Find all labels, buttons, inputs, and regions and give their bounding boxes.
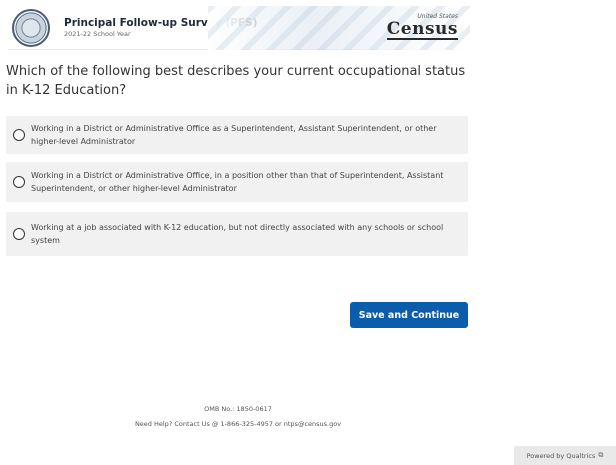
choice-option-2[interactable]: Working in a District or Administrative …	[6, 162, 468, 202]
choice-label-1: Working in a District or Administrative …	[31, 124, 437, 146]
choice-option-3[interactable]: Working at a job associated with K-12 ed…	[6, 212, 468, 256]
census-logo-text: Census	[386, 19, 458, 40]
choice-label-3: Working at a job associated with K-12 ed…	[31, 223, 444, 245]
choice-option-1[interactable]: Working in a District or Administrative …	[6, 116, 468, 154]
radio-button-icon[interactable]	[13, 228, 25, 240]
help-contact-text: Need Help? Contact Us @ 1-866-325-4957 o…	[134, 420, 342, 428]
census-logo: United States Census	[386, 14, 458, 40]
powered-by-qualtrics-link[interactable]: Powered by Qualtrics ⧉	[514, 446, 616, 465]
header-banner-graphic: United States Census	[208, 6, 470, 50]
choice-label-2: Working in a District or Administrative …	[31, 171, 444, 193]
radio-button-icon[interactable]	[13, 176, 25, 188]
save-and-continue-button[interactable]: Save and Continue	[350, 302, 468, 328]
question-text: Which of the following best describes yo…	[6, 64, 466, 98]
powered-by-label: Powered by Qualtrics	[526, 451, 596, 460]
radio-button-icon[interactable]	[13, 129, 25, 141]
department-seal-logo	[12, 8, 50, 47]
survey-header: Principal Follow-up Survey (PFS) 2021-22…	[8, 6, 470, 50]
external-link-icon: ⧉	[598, 451, 604, 459]
omb-number: OMB No.: 1850-0617	[204, 405, 272, 413]
